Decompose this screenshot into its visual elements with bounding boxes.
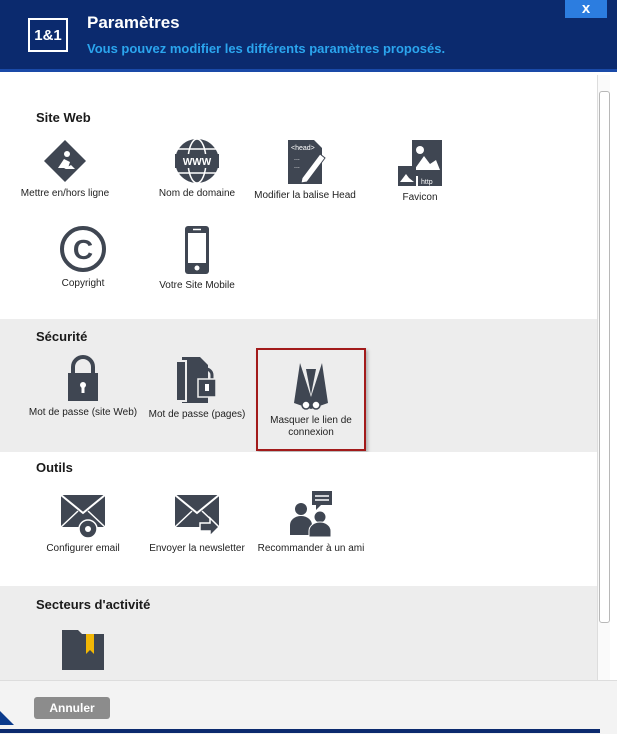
settings-item-newsletter[interactable]: Envoyer la newsletter: [142, 489, 252, 555]
svg-text:http: http: [421, 179, 433, 186]
image-http-icon: http: [398, 140, 442, 186]
settings-item-hide-login[interactable]: Masquer le lien de connexion: [256, 348, 366, 451]
dialog-footer: Annuler: [0, 680, 617, 734]
settings-content: Site Web Mettre en/hors ligne WWW Nom de…: [0, 75, 597, 680]
code-edit-icon: <head> ... ...: [288, 140, 326, 184]
section-secteurs: Secteurs d'activité: [0, 586, 597, 680]
section-site-web: Site Web Mettre en/hors ligne WWW Nom de…: [0, 75, 597, 319]
settings-item-configure-email[interactable]: Configurer email: [28, 489, 138, 555]
settings-item-favicon[interactable]: http Favicon: [365, 138, 475, 204]
construction-sign-icon: [44, 140, 86, 182]
mobile-phone-icon: [185, 226, 209, 274]
settings-item-domain[interactable]: WWW Nom de domaine: [142, 138, 252, 200]
svg-text:WWW: WWW: [183, 157, 212, 168]
item-label: Configurer email: [46, 543, 120, 554]
pages-lock-icon: [175, 357, 217, 403]
close-button[interactable]: x: [565, 0, 607, 18]
settings-item-recommend[interactable]: Recommander à un ami: [256, 489, 366, 555]
settings-item-password-site[interactable]: Mot de passe (site Web): [28, 355, 138, 419]
settings-item-sector[interactable]: [28, 624, 138, 672]
settings-item-password-pages[interactable]: Mot de passe (pages): [142, 355, 252, 421]
item-label: Recommander à un ami: [257, 543, 365, 554]
section-title: Secteurs d'activité: [36, 597, 151, 612]
item-label: Votre Site Mobile: [159, 280, 235, 291]
bottom-border: [0, 729, 600, 733]
section-securite: Sécurité Mot de passe (site Web) Mot de …: [0, 319, 597, 452]
item-label: Masquer le lien de connexion: [270, 415, 352, 438]
padlock-icon: [68, 355, 98, 401]
settings-item-copyright[interactable]: C Copyright: [28, 224, 138, 290]
logo: 1&1: [28, 18, 68, 52]
item-label: Envoyer la newsletter: [149, 543, 245, 554]
section-title: Sécurité: [36, 329, 88, 344]
section-title: Site Web: [36, 110, 91, 125]
folder-bookmark-icon: [62, 630, 104, 670]
mail-send-icon: [174, 494, 221, 538]
svg-text:C: C: [73, 234, 93, 265]
item-label: Nom de domaine: [158, 188, 236, 199]
item-label: Copyright: [61, 278, 105, 289]
recommend-icon: [290, 491, 332, 538]
item-label: Mot de passe (pages): [148, 409, 246, 420]
scrollbar-thumb[interactable]: [599, 91, 610, 623]
section-title: Outils: [36, 460, 73, 475]
copyright-icon: C: [60, 226, 106, 272]
settings-item-online[interactable]: Mettre en/hors ligne: [10, 138, 120, 200]
item-label: Mot de passe (site Web): [28, 407, 138, 418]
resize-corner-icon: [0, 711, 14, 725]
svg-text:...: ...: [294, 163, 300, 170]
item-label: Favicon: [402, 192, 438, 203]
settings-item-mobile[interactable]: Votre Site Mobile: [142, 224, 252, 292]
cancel-button[interactable]: Annuler: [34, 697, 110, 719]
section-outils: Outils Configurer email Envoyer la newsl…: [0, 452, 597, 586]
globe-www-icon: WWW: [175, 138, 219, 184]
spy-icon: [294, 363, 328, 410]
dialog-header: 1&1 Paramètres Vous pouvez modifier les …: [0, 0, 617, 72]
item-label: Modifier la balise Head: [254, 190, 356, 201]
svg-text:...: ...: [294, 155, 300, 162]
item-label: Mettre en/hors ligne: [20, 188, 110, 199]
svg-text:<head>: <head>: [291, 145, 315, 152]
dialog-subtitle: Vous pouvez modifier les différents para…: [87, 41, 446, 56]
mail-gear-icon: [60, 494, 106, 539]
dialog-title: Paramètres: [87, 13, 180, 32]
scrollbar[interactable]: [597, 75, 610, 680]
settings-item-head[interactable]: <head> ... ... Modifier la balise Head: [250, 138, 360, 202]
